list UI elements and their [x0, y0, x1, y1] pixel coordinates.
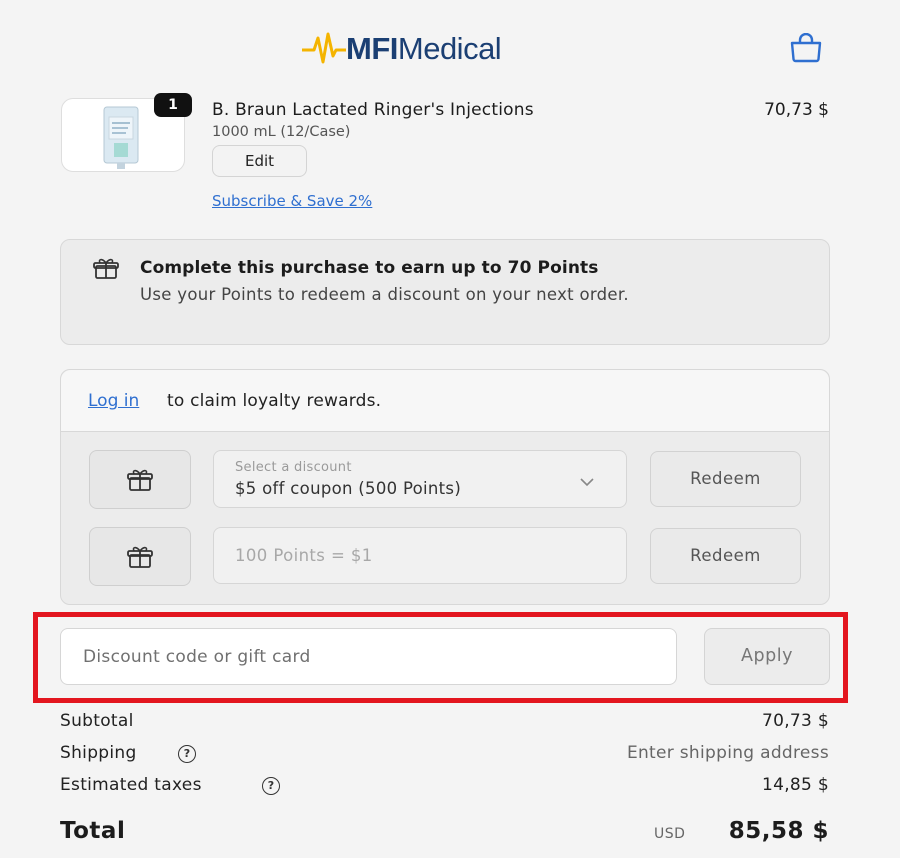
- product-price: 70,73 $: [764, 100, 829, 120]
- gift-icon-button[interactable]: [89, 527, 191, 586]
- gift-icon-button[interactable]: [89, 450, 191, 509]
- shipping-value: Enter shipping address: [626, 743, 829, 763]
- subscribe-save-link[interactable]: Subscribe & Save 2%: [212, 192, 372, 210]
- shipping-label: Shipping: [60, 743, 137, 763]
- login-link[interactable]: Log in: [88, 391, 139, 411]
- taxes-label: Estimated taxes: [60, 775, 202, 795]
- points-banner-description: Use your Points to redeem a discount on …: [140, 285, 629, 304]
- discount-code-input[interactable]: [60, 628, 677, 685]
- subtotal-label: Subtotal: [60, 711, 134, 731]
- product-name: B. Braun Lactated Ringer's Injections: [212, 100, 534, 120]
- logo-text: MFIMedical: [346, 30, 502, 66]
- logo-bold-text: MFI: [346, 30, 398, 66]
- logo-light-text: Medical: [397, 30, 502, 66]
- discount-select-label: Select a discount: [235, 460, 352, 475]
- redeem-button[interactable]: Redeem: [650, 451, 801, 507]
- taxes-value: 14,85 $: [762, 775, 829, 795]
- gift-icon: [90, 258, 122, 284]
- points-amount-placeholder: 100 Points = $1: [235, 546, 373, 565]
- gift-icon: [127, 469, 153, 491]
- total-value: 85,58 $: [728, 818, 829, 844]
- product-variant: 1000 mL (12/Case): [212, 124, 351, 140]
- apply-button[interactable]: Apply: [704, 628, 830, 685]
- edit-button[interactable]: Edit: [212, 145, 307, 177]
- heartbeat-icon: [302, 32, 346, 64]
- help-icon[interactable]: ?: [178, 745, 196, 763]
- chevron-down-icon[interactable]: [579, 472, 595, 491]
- claim-loyalty-text: to claim loyalty rewards.: [167, 391, 382, 411]
- help-icon[interactable]: ?: [262, 777, 280, 795]
- points-banner-title: Complete this purchase to earn up to 70 …: [140, 258, 599, 278]
- gift-icon: [127, 546, 153, 568]
- quantity-badge: 1: [154, 93, 192, 117]
- subtotal-value: 70,73 $: [762, 711, 829, 731]
- redeem-button[interactable]: Redeem: [650, 528, 801, 584]
- brand-logo[interactable]: MFIMedical: [302, 26, 502, 70]
- discount-select-value: $5 off coupon (500 Points): [235, 479, 462, 498]
- currency-code: USD: [654, 826, 686, 842]
- total-label: Total: [60, 818, 126, 844]
- shopping-bag-icon[interactable]: [788, 32, 824, 63]
